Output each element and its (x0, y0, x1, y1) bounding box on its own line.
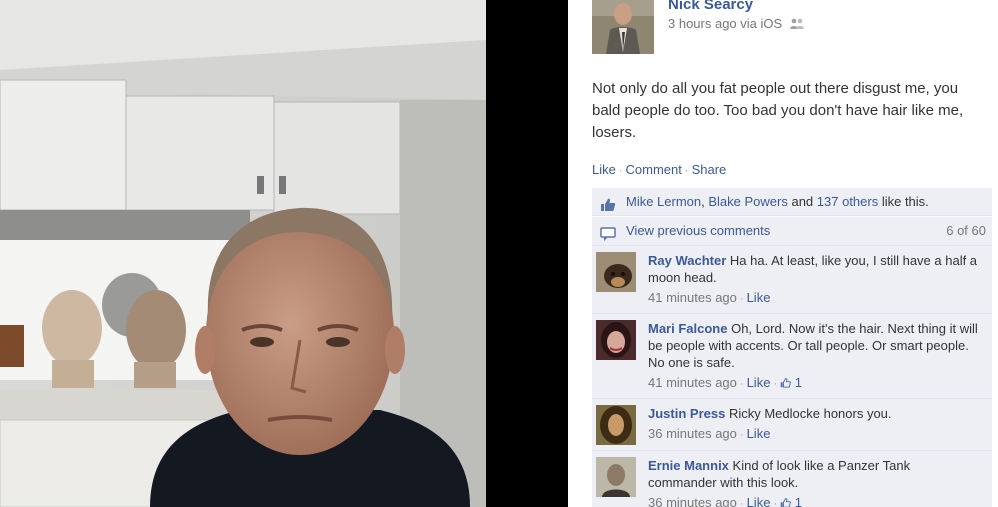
comment-count: 6 of 60 (946, 223, 986, 238)
like-link[interactable]: Like (592, 162, 616, 177)
comment-like-count[interactable]: 1 (780, 375, 802, 390)
comment-meta: 36 minutes ago · Like (648, 425, 978, 444)
comment-meta: 36 minutes ago · Like · 1 (648, 494, 978, 507)
thumbs-up-icon (780, 495, 792, 507)
commenter-avatar[interactable] (596, 252, 636, 292)
comment-like-count[interactable]: 1 (780, 495, 802, 507)
commenter-avatar[interactable] (596, 405, 636, 445)
photo-viewer (0, 0, 568, 507)
comment-time[interactable]: 36 minutes ago (648, 495, 737, 507)
post-actions: Like · Comment · Share (592, 162, 726, 177)
comment-like-link[interactable]: Like (747, 426, 771, 441)
share-link[interactable]: Share (692, 162, 727, 177)
likes-summary: Mike Lermon, Blake Powers and 137 others… (592, 188, 992, 216)
comment-meta: 41 minutes ago · Like · 1 (648, 374, 978, 393)
commenter-name[interactable]: Justin Press (648, 406, 725, 421)
post-photo[interactable] (0, 0, 486, 507)
separator-dot: · (618, 165, 623, 177)
comment-link[interactable]: Comment (626, 162, 682, 177)
comment-item: Ernie Mannix Kind of look like a Panzer … (592, 451, 992, 507)
like-count-value: 1 (794, 375, 802, 390)
comment-meta: 41 minutes ago · Like (648, 289, 978, 308)
post-panel: Nick Searcy 3 hours ago via iOS Not only… (568, 0, 998, 507)
comment-time[interactable]: 41 minutes ago (648, 375, 737, 390)
separator-dot: · (739, 378, 744, 390)
commenter-name[interactable]: Ernie Mannix (648, 458, 729, 473)
comment-text: Ricky Medlocke honors you. (728, 406, 892, 421)
separator-dot: · (684, 165, 689, 177)
thumbs-up-icon (780, 375, 792, 388)
others-like-link[interactable]: 137 others (817, 194, 878, 209)
feedback-box: Mike Lermon, Blake Powers and 137 others… (592, 188, 992, 507)
comment-time[interactable]: 36 minutes ago (648, 426, 737, 441)
comment-item: Mari Falcone Oh, Lord. Now it's the hair… (592, 314, 992, 399)
comment-item: Justin Press Ricky Medlocke honors you. … (592, 399, 992, 451)
likes-suffix: like this. (878, 194, 929, 209)
speech-bubble-icon (600, 224, 616, 241)
author-avatar[interactable] (592, 0, 654, 54)
commenter-name[interactable]: Ray Wachter (648, 253, 726, 268)
separator-dot: · (739, 293, 744, 305)
separator-dot: · (773, 498, 778, 507)
comment-like-link[interactable]: Like (747, 375, 771, 390)
like-count-value: 1 (794, 495, 802, 507)
commenter-avatar[interactable] (596, 457, 636, 497)
comment-like-link[interactable]: Like (747, 495, 771, 507)
post-timestamp[interactable]: 3 hours ago (668, 16, 737, 31)
view-previous-comments-link[interactable]: View previous comments (626, 223, 770, 238)
liker-name[interactable]: Mike Lermon (626, 194, 701, 209)
separator-dot: · (739, 429, 744, 441)
liker-name[interactable]: Blake Powers (708, 194, 787, 209)
post-text: Not only do all you fat people out there… (592, 80, 964, 141)
selfie-image (0, 0, 486, 507)
likes-and: and (787, 194, 817, 209)
separator-dot: · (739, 498, 744, 507)
commenter-avatar[interactable] (596, 320, 636, 360)
comment-item: Ray Wachter Ha ha. At least, like you, I… (592, 246, 992, 314)
thumbs-up-icon (600, 194, 616, 211)
post-source: via iOS (740, 16, 783, 31)
comment-time[interactable]: 41 minutes ago (648, 290, 737, 305)
commenter-name[interactable]: Mari Falcone (648, 321, 727, 336)
post-meta: 3 hours ago via iOS (668, 16, 804, 31)
comment-like-link[interactable]: Like (747, 290, 771, 305)
friends-icon (789, 17, 804, 29)
author-name[interactable]: Nick Searcy (668, 0, 753, 13)
view-previous-row: View previous comments 6 of 60 (592, 216, 992, 246)
separator-dot: · (773, 378, 778, 390)
